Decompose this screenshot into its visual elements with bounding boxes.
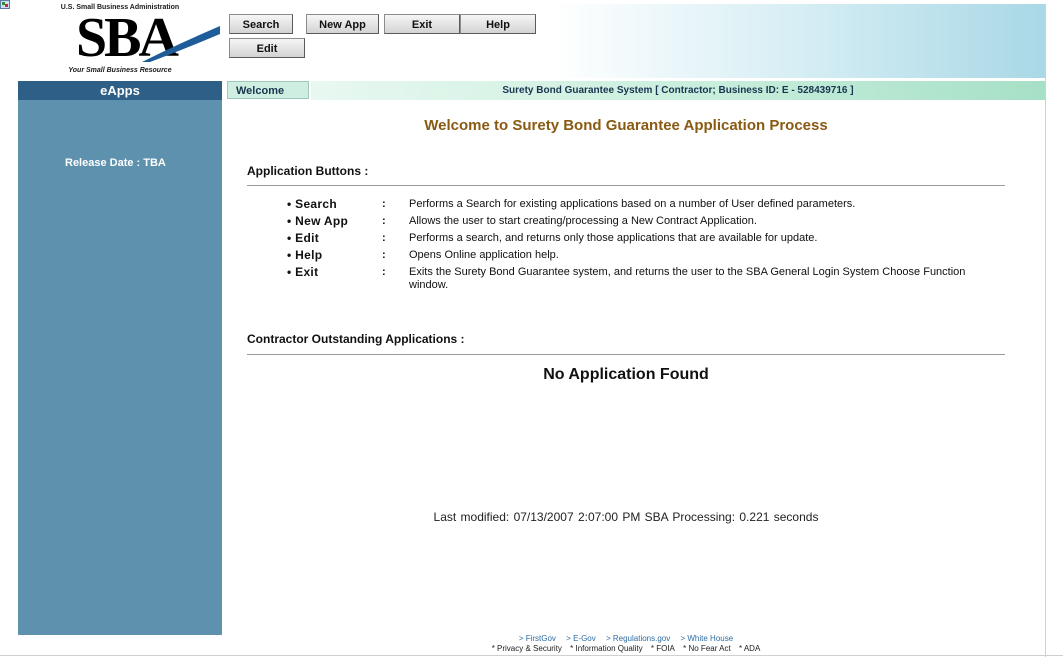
edit-button[interactable]: Edit — [229, 38, 305, 58]
bullet: • — [287, 248, 292, 262]
list-item-desc: Opens Online application help. — [409, 249, 559, 261]
footer-links: > FirstGov > E-Gov > Regulations.gov > W… — [226, 634, 1026, 643]
list-item-label: Help — [295, 248, 323, 262]
list-item-name: • Search — [287, 198, 337, 211]
tab-welcome[interactable]: Welcome — [227, 81, 309, 99]
info-quality-link[interactable]: * Information Quality — [570, 644, 642, 653]
outstanding-applications-heading: Contractor Outstanding Applications : — [247, 332, 465, 346]
colon: : — [382, 249, 386, 261]
list-item-desc: Performs a Search for existing applicati… — [409, 198, 856, 210]
egov-link[interactable]: > E-Gov — [566, 634, 596, 643]
colon: : — [382, 266, 386, 278]
sba-logo: U.S. Small Business Administration SBA Y… — [18, 4, 222, 77]
divider — [247, 354, 1005, 355]
list-item-label: Exit — [295, 265, 319, 279]
list-item-desc: Allows the user to start creating/proces… — [409, 215, 757, 227]
list-item-name: • Exit — [287, 266, 318, 279]
sidebar: Release Date : TBA — [18, 100, 222, 635]
last-modified-text: Last modified: 07/13/2007 2:07:00 PM SBA… — [433, 510, 819, 524]
help-button[interactable]: Help — [460, 14, 536, 34]
eapps-header: eApps — [18, 81, 222, 100]
system-status-bar: Surety Bond Guarantee System [ Contracto… — [311, 81, 1045, 100]
bullet: • — [287, 265, 292, 279]
page-title: Welcome to Surety Bond Guarantee Applica… — [424, 117, 828, 134]
footer-legal: * Privacy & Security * Information Quali… — [226, 644, 1026, 653]
ada-link[interactable]: * ADA — [739, 644, 760, 653]
foia-link[interactable]: * FOIA — [651, 644, 675, 653]
release-date: Release Date : TBA — [65, 157, 166, 169]
exit-button[interactable]: Exit — [384, 14, 460, 34]
no-fear-act-link[interactable]: * No Fear Act — [683, 644, 731, 653]
search-button[interactable]: Search — [229, 14, 293, 34]
list-item-name: • Help — [287, 249, 322, 262]
firstgov-link[interactable]: > FirstGov — [519, 634, 556, 643]
colon: : — [382, 198, 386, 210]
colon: : — [382, 232, 386, 244]
bullet: • — [287, 231, 292, 245]
list-item-label: New App — [295, 214, 349, 228]
list-item-label: Edit — [295, 231, 320, 245]
list-item-label: Search — [295, 197, 337, 211]
whitehouse-link[interactable]: > White House — [680, 634, 733, 643]
new-app-button[interactable]: New App — [306, 14, 379, 34]
privacy-link[interactable]: * Privacy & Security — [492, 644, 562, 653]
list-item-name: • New App — [287, 215, 348, 228]
logo-tagline: Your Small Business Resource — [68, 67, 172, 74]
list-item-desc: Exits the Surety Bond Guarantee system, … — [409, 266, 966, 291]
bullet: • — [287, 197, 292, 211]
no-application-message: No Application Found — [543, 366, 709, 383]
broken-image-icon — [0, 0, 10, 9]
regulations-link[interactable]: > Regulations.gov — [606, 634, 670, 643]
colon: : — [382, 215, 386, 227]
list-item-desc: Performs a search, and returns only thos… — [409, 232, 818, 244]
divider — [247, 185, 1005, 186]
application-buttons-heading: Application Buttons : — [247, 164, 369, 178]
window-right-edge — [1045, 4, 1063, 657]
bottom-border — [0, 655, 1063, 656]
list-item-name: • Edit — [287, 232, 319, 245]
logo-swoosh-icon — [142, 26, 220, 62]
bullet: • — [287, 214, 292, 228]
